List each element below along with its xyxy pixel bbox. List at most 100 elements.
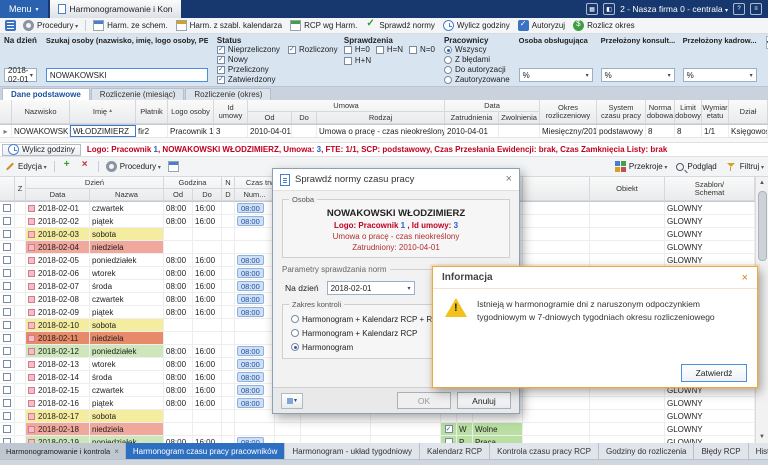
radio-icon[interactable]	[443, 75, 452, 84]
row-checkbox-cell[interactable]	[0, 215, 15, 227]
cell-umowa-od[interactable]: 2010-04-01	[248, 125, 292, 137]
checkbox-icon[interactable]	[409, 45, 418, 54]
search-person-input[interactable]: NOWAKOWSKI	[45, 68, 208, 82]
checkbox-icon[interactable]	[343, 45, 352, 54]
cell-od[interactable]: 08:00	[164, 280, 193, 292]
cell-data[interactable]: 2018-02-04	[26, 241, 90, 253]
cell-wp-check[interactable]	[441, 423, 457, 435]
cell-data[interactable]: 2018-02-07	[26, 280, 90, 292]
combo-input[interactable]: %	[682, 68, 757, 82]
radio-icon[interactable]	[291, 315, 299, 323]
cell-data[interactable]: 2018-02-12	[26, 345, 90, 357]
cell-szablon[interactable]: GLOWNY	[665, 215, 755, 227]
employee-row[interactable]: NOWAKOWSKI WŁODZIMIERZ fir2 Pracownik 1 …	[0, 125, 768, 138]
procedury-menu[interactable]: Procedury	[23, 20, 78, 31]
cell-do[interactable]	[193, 332, 222, 344]
cell-umowa-do[interactable]	[292, 125, 317, 137]
cell-nazwa[interactable]: sobota	[90, 228, 164, 240]
cell-data[interactable]: 2018-02-17	[26, 410, 90, 422]
cell-do[interactable]	[193, 228, 222, 240]
checkbox-icon[interactable]	[216, 65, 225, 74]
cell-czas-trwania[interactable]: 08:00	[235, 215, 275, 227]
cell-szablon[interactable]: GLOWNY	[665, 436, 755, 443]
cell-czas-trwania[interactable]: 08:00	[235, 345, 275, 357]
cell-nazwa[interactable]: niedziela	[90, 241, 164, 253]
cell-nd[interactable]	[222, 267, 235, 279]
cell-num[interactable]	[275, 423, 301, 435]
col-umowa-rodzaj[interactable]: Rodzaj	[317, 112, 445, 124]
cell-od[interactable]: 08:00	[164, 306, 193, 318]
settings-icon[interactable]: ≡	[750, 3, 762, 15]
cell-do[interactable]: 16:00	[193, 306, 222, 318]
cell-od[interactable]: 08:00	[164, 436, 193, 443]
add-icon[interactable]	[62, 159, 73, 172]
cell-mid-2[interactable]	[371, 436, 441, 443]
row-checkbox-cell[interactable]	[0, 280, 15, 292]
cell-obiekt[interactable]	[590, 410, 665, 422]
cell-obiekt[interactable]	[590, 202, 665, 214]
cell-czas-trwania[interactable]: 08:00	[235, 254, 275, 266]
row-checkbox-cell[interactable]	[0, 293, 15, 305]
col-umowa-do[interactable]: Do	[292, 112, 317, 124]
row-checkbox-cell[interactable]	[0, 345, 15, 357]
sprawdzenia-option[interactable]: H=N	[375, 45, 403, 54]
cell-z[interactable]	[15, 423, 26, 435]
cell-data[interactable]: 2018-02-16	[26, 397, 90, 409]
cell-mid-1[interactable]	[301, 436, 371, 443]
checkbox-icon[interactable]	[3, 230, 11, 238]
cell-wp[interactable]: P	[457, 436, 473, 443]
cell-system[interactable]: podstawowy	[597, 125, 646, 137]
colgroup-data[interactable]: Data	[445, 100, 540, 112]
pracownicy-option[interactable]: Do autoryzacji	[443, 65, 510, 74]
cell-od[interactable]: 08:00	[164, 358, 193, 370]
wylicz-godziny-button[interactable]: Wylicz godziny	[2, 143, 81, 156]
cell-od[interactable]: 08:00	[164, 397, 193, 409]
col-num[interactable]: Num...	[235, 189, 275, 201]
bottom-tab-6[interactable]: Historia autoryzacji	[748, 443, 768, 459]
cell-wymiar[interactable]: 1/1	[702, 125, 729, 137]
scrollbar-thumb[interactable]	[757, 191, 767, 261]
dialog-titlebar[interactable]: Sprawdź normy czasu pracy ×	[273, 169, 519, 191]
cell-data[interactable]: 2018-02-09	[26, 306, 90, 318]
cell-gap[interactable]	[523, 436, 590, 443]
checkbox-icon[interactable]	[3, 412, 11, 420]
cell-od[interactable]	[164, 423, 193, 435]
cell-do[interactable]	[193, 319, 222, 331]
col-limit-dobowy[interactable]: Limit dobowy	[675, 100, 702, 124]
col-wymiar-etatu[interactable]: Wymiar etatu	[702, 100, 729, 124]
cell-nazwa[interactable]: sobota	[90, 410, 164, 422]
cell-od[interactable]	[164, 332, 193, 344]
checkbox-icon[interactable]	[3, 282, 11, 290]
cell-do[interactable]: 16:00	[193, 371, 222, 383]
col-nazwisko[interactable]: Nazwisko	[12, 100, 70, 124]
cell-do[interactable]: 16:00	[193, 436, 222, 443]
cell-od[interactable]	[164, 241, 193, 253]
cell-nazwa[interactable]: poniedziałek	[90, 254, 164, 266]
checkbox-icon[interactable]	[3, 204, 11, 212]
cell-od[interactable]: 08:00	[164, 293, 193, 305]
cell-nd[interactable]	[222, 397, 235, 409]
cell-z[interactable]	[15, 254, 26, 266]
cell-gap[interactable]	[523, 410, 590, 422]
ribbon-button-sprawdz-normy[interactable]: Sprawdź normy	[365, 18, 435, 31]
cell-nazwa[interactable]: wtorek	[90, 358, 164, 370]
colgroup-godzina[interactable]: Godzina	[164, 177, 222, 189]
checkbox-icon[interactable]	[3, 217, 11, 225]
cell-czas-trwania[interactable]: 08:00	[235, 202, 275, 214]
cell-limit[interactable]: 8	[675, 125, 702, 137]
row-checkbox-cell[interactable]	[0, 423, 15, 435]
col-od[interactable]: Od	[164, 189, 193, 201]
filtruj-menu[interactable]: Filtruj	[726, 161, 764, 172]
cell-od[interactable]: 08:00	[164, 202, 193, 214]
cell-czas-trwania[interactable]	[235, 319, 275, 331]
col-system-czasu-pracy[interactable]: System czasu pracy	[597, 100, 646, 124]
dialog-date-input[interactable]: 2018-02-01	[326, 281, 415, 295]
cell-czas-trwania[interactable]	[235, 241, 275, 253]
cell-data[interactable]: 2018-02-08	[26, 293, 90, 305]
cell-do[interactable]: 16:00	[193, 358, 222, 370]
status-option[interactable]: Nowy	[216, 55, 280, 64]
cell-z[interactable]	[15, 202, 26, 214]
przekroje-menu[interactable]: Przekroje	[614, 161, 667, 172]
cell-czas-trwania[interactable]: 08:00	[235, 371, 275, 383]
cell-szablon[interactable]: GLOWNY	[665, 423, 755, 435]
